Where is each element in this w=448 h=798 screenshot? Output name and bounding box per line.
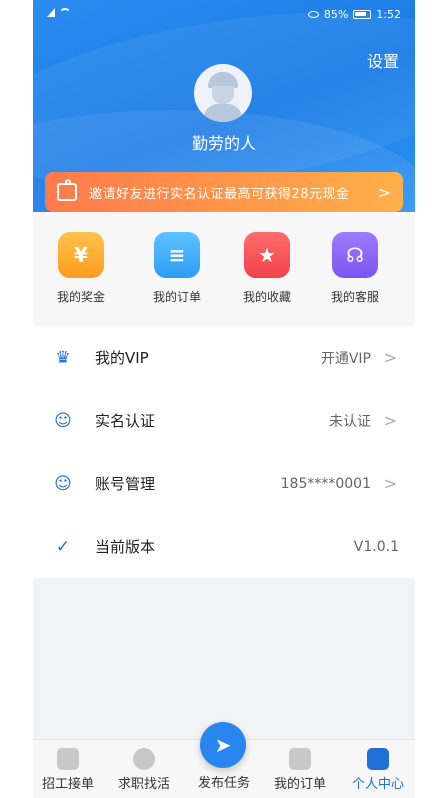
username: 勤劳的人: [191, 134, 256, 153]
menu-row-value: 185****0001: [280, 475, 371, 492]
nav-item-label: 我的订单: [273, 777, 326, 792]
money-bag-glyph: ¥: [74, 243, 88, 267]
gift-icon: [57, 179, 77, 201]
avatar-face: [212, 86, 234, 104]
battery-icon: [353, 10, 372, 19]
nav-item-publish[interactable]: 发布任务: [189, 772, 259, 791]
menu-row-title: 当前版本: [95, 538, 156, 556]
battery-percent: 85%: [323, 8, 349, 21]
settings-list: ♛ 我的VIP 开通VIP > ☺ 实名认证 未认证 > ☺ 账号管理 185*…: [33, 326, 415, 578]
app-screen: 85% 1:52 设置 勤劳的人 邀请好友进行实名认证最高可获得28元现金 > …: [33, 0, 415, 798]
quick-action-label: 我的客服: [330, 290, 379, 304]
invite-banner[interactable]: 邀请好友进行实名认证最高可获得28元现金 >: [45, 172, 403, 212]
nav-item-jobs[interactable]: 求职找活: [109, 748, 179, 792]
search-plus-icon: [133, 748, 155, 770]
quick-action-service[interactable]: ☊ 我的客服: [315, 232, 395, 305]
eye-comfort-icon: [307, 11, 319, 18]
user-check-icon: ☺: [54, 411, 72, 431]
clock: 1:52: [376, 8, 401, 21]
status-bar: 85% 1:52: [33, 0, 415, 30]
quick-action-favorites[interactable]: ★ 我的收藏: [227, 232, 307, 305]
quick-action-label: 我的订单: [152, 290, 201, 304]
quick-action-bonus[interactable]: ¥ 我的奖金: [41, 232, 121, 305]
quick-actions: ¥ 我的奖金 ≡ 我的订单 ★ 我的收藏 ☊ 我的客服: [33, 212, 415, 326]
crown-icon: ♛: [55, 348, 71, 368]
menu-row-value: 开通VIP: [320, 350, 371, 367]
settings-button[interactable]: 设置: [367, 48, 399, 72]
star-icon: ★: [244, 232, 290, 278]
menu-row-value: V1.0.1: [353, 538, 399, 555]
clipboard-icon: ≡: [154, 232, 200, 278]
menu-row-value: 未认证: [329, 413, 371, 430]
chevron-right-icon: >: [383, 411, 397, 430]
avatar[interactable]: [194, 64, 252, 122]
menu-row-title: 账号管理: [95, 475, 156, 493]
nav-item-label: 招工接单: [41, 777, 94, 792]
nav-item-orders[interactable]: 我的订单: [265, 748, 335, 792]
nav-item-label: 求职找活: [117, 777, 170, 792]
menu-row-vip[interactable]: ♛ 我的VIP 开通VIP >: [33, 326, 415, 389]
menu-row-title: 我的VIP: [95, 349, 149, 367]
avatar-body: [204, 104, 242, 122]
worker-icon: [57, 748, 79, 770]
profile-icon: [367, 748, 389, 770]
user-manage-icon: ☺: [54, 474, 72, 494]
shield-check-icon: ✓: [55, 537, 71, 557]
send-icon[interactable]: ➤: [200, 722, 246, 768]
wifi-icon: [59, 8, 71, 17]
headset-glyph: ☊: [346, 243, 364, 267]
nav-item-label: 发布任务: [197, 776, 250, 791]
invite-banner-text: 邀请好友进行实名认证最高可获得28元现金: [89, 186, 350, 202]
money-bag-icon: ¥: [58, 232, 104, 278]
menu-row-title: 实名认证: [95, 412, 156, 430]
chevron-right-icon: >: [383, 474, 397, 493]
clipboard-glyph: ≡: [168, 243, 186, 267]
quick-action-label: 我的奖金: [56, 290, 105, 304]
nav-item-label: 个人中心: [351, 777, 404, 792]
headset-icon: ☊: [332, 232, 378, 278]
chevron-right-icon: >: [377, 183, 391, 202]
menu-row-version: ✓ 当前版本 V1.0.1: [33, 515, 415, 578]
nav-item-profile[interactable]: 个人中心: [343, 748, 413, 792]
menu-row-verification[interactable]: ☺ 实名认证 未认证 >: [33, 389, 415, 452]
quick-action-orders[interactable]: ≡ 我的订单: [137, 232, 217, 305]
star-glyph: ★: [258, 243, 276, 267]
order-icon: [289, 748, 311, 770]
nav-item-recruit[interactable]: 招工接单: [33, 748, 103, 792]
signal-icon: [47, 8, 55, 17]
menu-row-account[interactable]: ☺ 账号管理 185****0001 >: [33, 452, 415, 515]
chevron-right-icon: >: [383, 348, 397, 367]
quick-action-label: 我的收藏: [242, 290, 291, 304]
